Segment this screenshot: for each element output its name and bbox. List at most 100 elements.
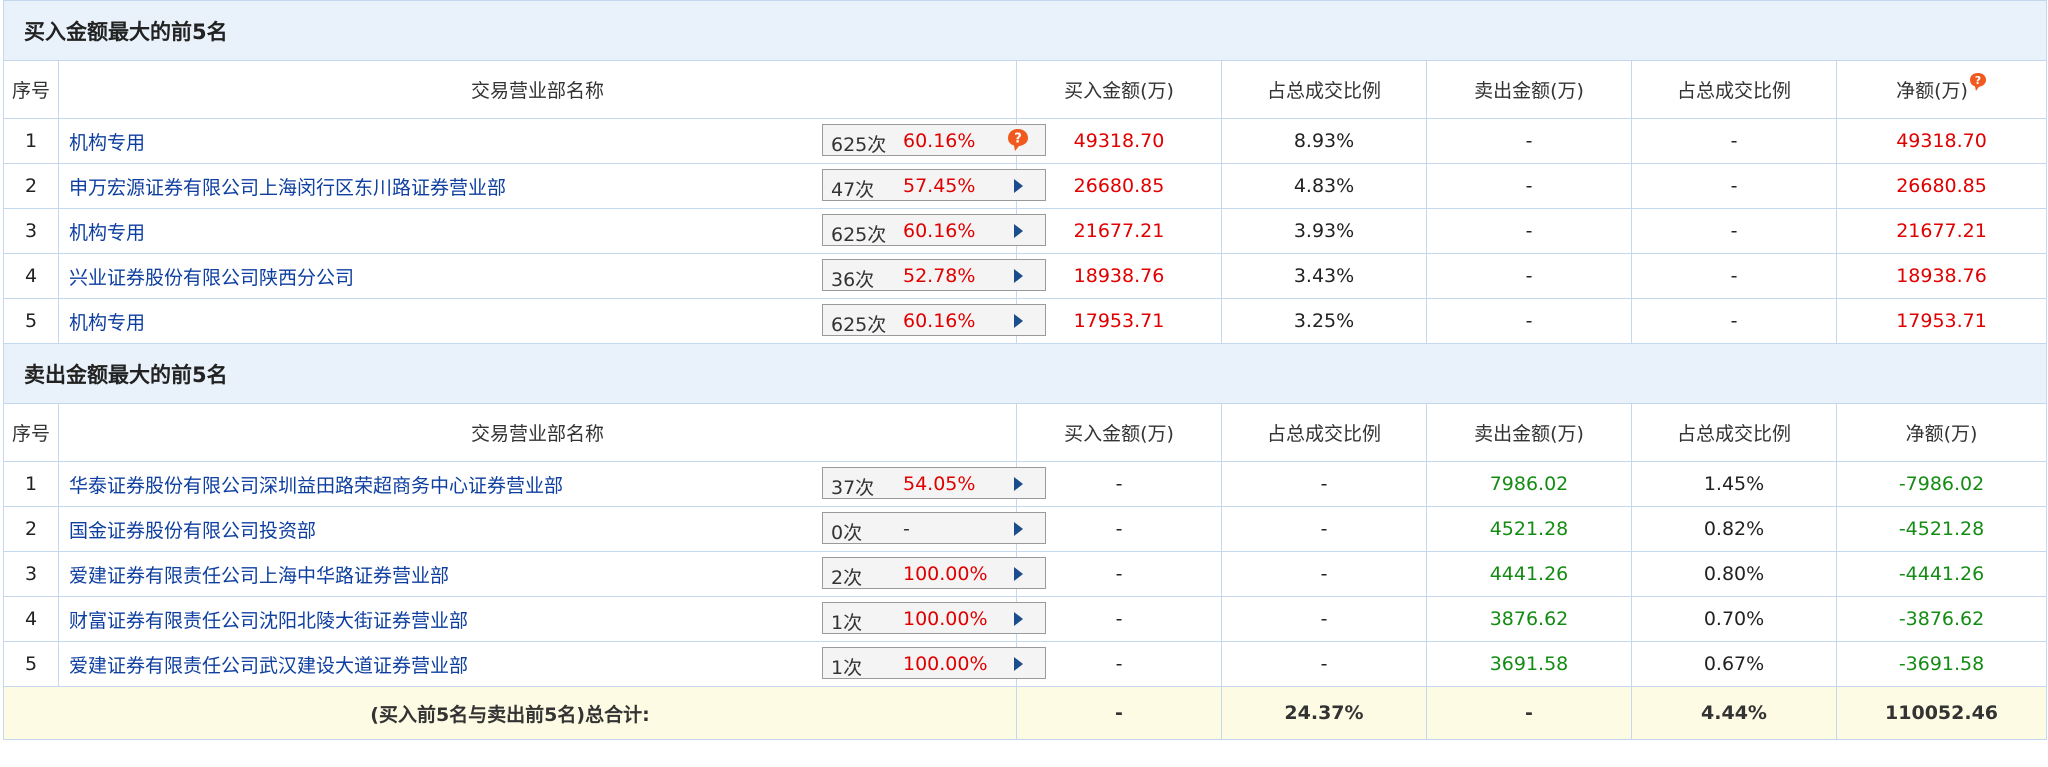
row-no: 5 <box>3 641 59 687</box>
sell-row: 3 爱建证券有限责任公司上海中华路证券营业部 2次 100.00% - - 44… <box>3 551 2048 597</box>
buy-row: 1 机构专用 625次 60.16% ? 49318.70 8.93% - - … <box>3 118 2048 164</box>
net-amount: 49318.70 <box>1835 118 2048 164</box>
branch-link[interactable]: 财富证券有限责任公司沈阳北陵大街证券营业部 <box>69 610 468 632</box>
sell-row: 4 财富证券有限责任公司沈阳北陵大街证券营业部 1次 100.00% - - 3… <box>3 596 2048 642</box>
sell-amount: - <box>1426 298 1632 344</box>
branch-cell: 机构专用 625次 60.16% ? <box>58 118 1046 164</box>
buy-section-title: 买入金额最大的前5名 <box>2 0 2048 61</box>
expand-arrow-icon[interactable] <box>1014 314 1023 328</box>
lhb-table: 买入金额最大的前5名 序号 交易营业部名称 买入金额(万) 占总成交比例 卖出金… <box>2 0 2048 740</box>
row-no: 3 <box>3 208 59 254</box>
sell-ratio: 0.67% <box>1631 641 1837 687</box>
buy-row: 4 兴业证券股份有限公司陕西分公司 36次 52.78% 18938.76 3.… <box>3 253 2048 299</box>
buy-amount: 21677.21 <box>1016 208 1222 254</box>
sell-header-row: 序号 交易营业部名称 买入金额(万) 占总成交比例 卖出金额(万) 占总成交比例… <box>3 403 2048 462</box>
header-buy-amount: 买入金额(万) <box>1016 60 1222 119</box>
listing-count: 0次 <box>831 522 863 544</box>
win-rate: 100.00% <box>903 608 988 630</box>
sell-amount: - <box>1426 208 1632 254</box>
header-net-amount: 净额(万)? <box>1835 60 2048 119</box>
expand-arrow-icon[interactable] <box>1014 224 1023 238</box>
net-amount: 17953.71 <box>1835 298 2048 344</box>
branch-link[interactable]: 机构专用 <box>69 222 145 244</box>
branch-cell: 爱建证券有限责任公司上海中华路证券营业部 2次 100.00% <box>58 551 1046 597</box>
branch-link[interactable]: 爱建证券有限责任公司上海中华路证券营业部 <box>69 565 449 587</box>
total-buy-ratio: 24.37% <box>1221 686 1427 740</box>
buy-ratio: 4.83% <box>1221 163 1427 209</box>
buy-ratio: - <box>1221 551 1427 597</box>
win-rate: 54.05% <box>903 473 976 495</box>
sell-ratio: - <box>1631 253 1837 299</box>
branch-link[interactable]: 机构专用 <box>69 312 145 334</box>
expand-arrow-icon[interactable] <box>1014 567 1023 581</box>
branch-stat-box[interactable]: 625次 60.16% ? <box>822 124 1046 156</box>
branch-stat-box[interactable]: 0次 - <box>822 512 1046 544</box>
listing-count: 2次 <box>831 567 863 589</box>
branch-cell: 兴业证券股份有限公司陕西分公司 36次 52.78% <box>58 253 1046 299</box>
listing-count: 625次 <box>831 224 887 246</box>
buy-amount: - <box>1016 551 1222 597</box>
question-badge-icon[interactable]: ? <box>1969 72 1987 97</box>
row-no: 4 <box>3 596 59 642</box>
expand-arrow-icon[interactable] <box>1014 522 1023 536</box>
header-branch-name: 交易营业部名称 <box>58 403 1017 462</box>
header-sell-amount: 卖出金额(万) <box>1426 403 1632 462</box>
buy-amount: 26680.85 <box>1016 163 1222 209</box>
win-rate: 60.16% <box>903 310 976 332</box>
header-sell-ratio: 占总成交比例 <box>1631 403 1837 462</box>
buy-ratio: 8.93% <box>1221 118 1427 164</box>
buy-ratio: 3.93% <box>1221 208 1427 254</box>
listing-count: 1次 <box>831 657 863 679</box>
buy-row: 5 机构专用 625次 60.16% 17953.71 3.25% - - 17… <box>3 298 2048 344</box>
buy-amount: 17953.71 <box>1016 298 1222 344</box>
branch-stat-box[interactable]: 1次 100.00% <box>822 602 1046 634</box>
buy-amount: - <box>1016 641 1222 687</box>
question-badge-icon[interactable]: ? <box>1007 128 1029 157</box>
branch-link[interactable]: 兴业证券股份有限公司陕西分公司 <box>69 267 354 289</box>
expand-arrow-icon[interactable] <box>1014 657 1023 671</box>
row-no: 2 <box>3 163 59 209</box>
branch-link[interactable]: 申万宏源证券有限公司上海闵行区东川路证券营业部 <box>69 177 506 199</box>
sell-row: 1 华泰证券股份有限公司深圳益田路荣超商务中心证券营业部 37次 54.05% … <box>3 461 2048 507</box>
expand-arrow-icon[interactable] <box>1014 179 1023 193</box>
branch-cell: 机构专用 625次 60.16% <box>58 298 1046 344</box>
total-buy-amount: - <box>1016 686 1222 740</box>
branch-link[interactable]: 国金证券股份有限公司投资部 <box>69 520 316 542</box>
buy-header-row: 序号 交易营业部名称 买入金额(万) 占总成交比例 卖出金额(万) 占总成交比例… <box>3 60 2048 119</box>
branch-stat-box[interactable]: 37次 54.05% <box>822 467 1046 499</box>
total-sell-ratio: 4.44% <box>1631 686 1837 740</box>
sell-ratio: - <box>1631 118 1837 164</box>
total-row: (买入前5名与卖出前5名)总合计: - 24.37% - 4.44% 11005… <box>3 686 2048 740</box>
sell-amount: 4441.26 <box>1426 551 1632 597</box>
expand-arrow-icon[interactable] <box>1014 612 1023 626</box>
win-rate: 52.78% <box>903 265 976 287</box>
sell-amount: - <box>1426 253 1632 299</box>
branch-stat-box[interactable]: 1次 100.00% <box>822 647 1046 679</box>
branch-link[interactable]: 华泰证券股份有限公司深圳益田路荣超商务中心证券营业部 <box>69 475 563 497</box>
header-sell-ratio: 占总成交比例 <box>1631 60 1837 119</box>
header-buy-ratio: 占总成交比例 <box>1221 403 1427 462</box>
branch-stat-box[interactable]: 47次 57.45% <box>822 169 1046 201</box>
expand-arrow-icon[interactable] <box>1014 477 1023 491</box>
row-no: 1 <box>3 118 59 164</box>
branch-stat-box[interactable]: 2次 100.00% <box>822 557 1046 589</box>
net-amount: -4521.28 <box>1835 506 2048 552</box>
buy-ratio: - <box>1221 461 1427 507</box>
branch-link[interactable]: 爱建证券有限责任公司武汉建设大道证券营业部 <box>69 655 468 677</box>
buy-ratio: 3.43% <box>1221 253 1427 299</box>
expand-arrow-icon[interactable] <box>1014 269 1023 283</box>
sell-amount: 7986.02 <box>1426 461 1632 507</box>
header-sell-amount: 卖出金额(万) <box>1426 60 1632 119</box>
branch-link[interactable]: 机构专用 <box>69 132 145 154</box>
svg-text:?: ? <box>1014 132 1022 147</box>
branch-stat-box[interactable]: 625次 60.16% <box>822 214 1046 246</box>
sell-amount: - <box>1426 163 1632 209</box>
net-amount: 26680.85 <box>1835 163 2048 209</box>
row-no: 3 <box>3 551 59 597</box>
branch-stat-box[interactable]: 625次 60.16% <box>822 304 1046 336</box>
win-rate: 60.16% <box>903 220 976 242</box>
sell-ratio: 0.82% <box>1631 506 1837 552</box>
total-sell-amount: - <box>1426 686 1632 740</box>
sell-section-title: 卖出金额最大的前5名 <box>2 343 2048 404</box>
branch-stat-box[interactable]: 36次 52.78% <box>822 259 1046 291</box>
